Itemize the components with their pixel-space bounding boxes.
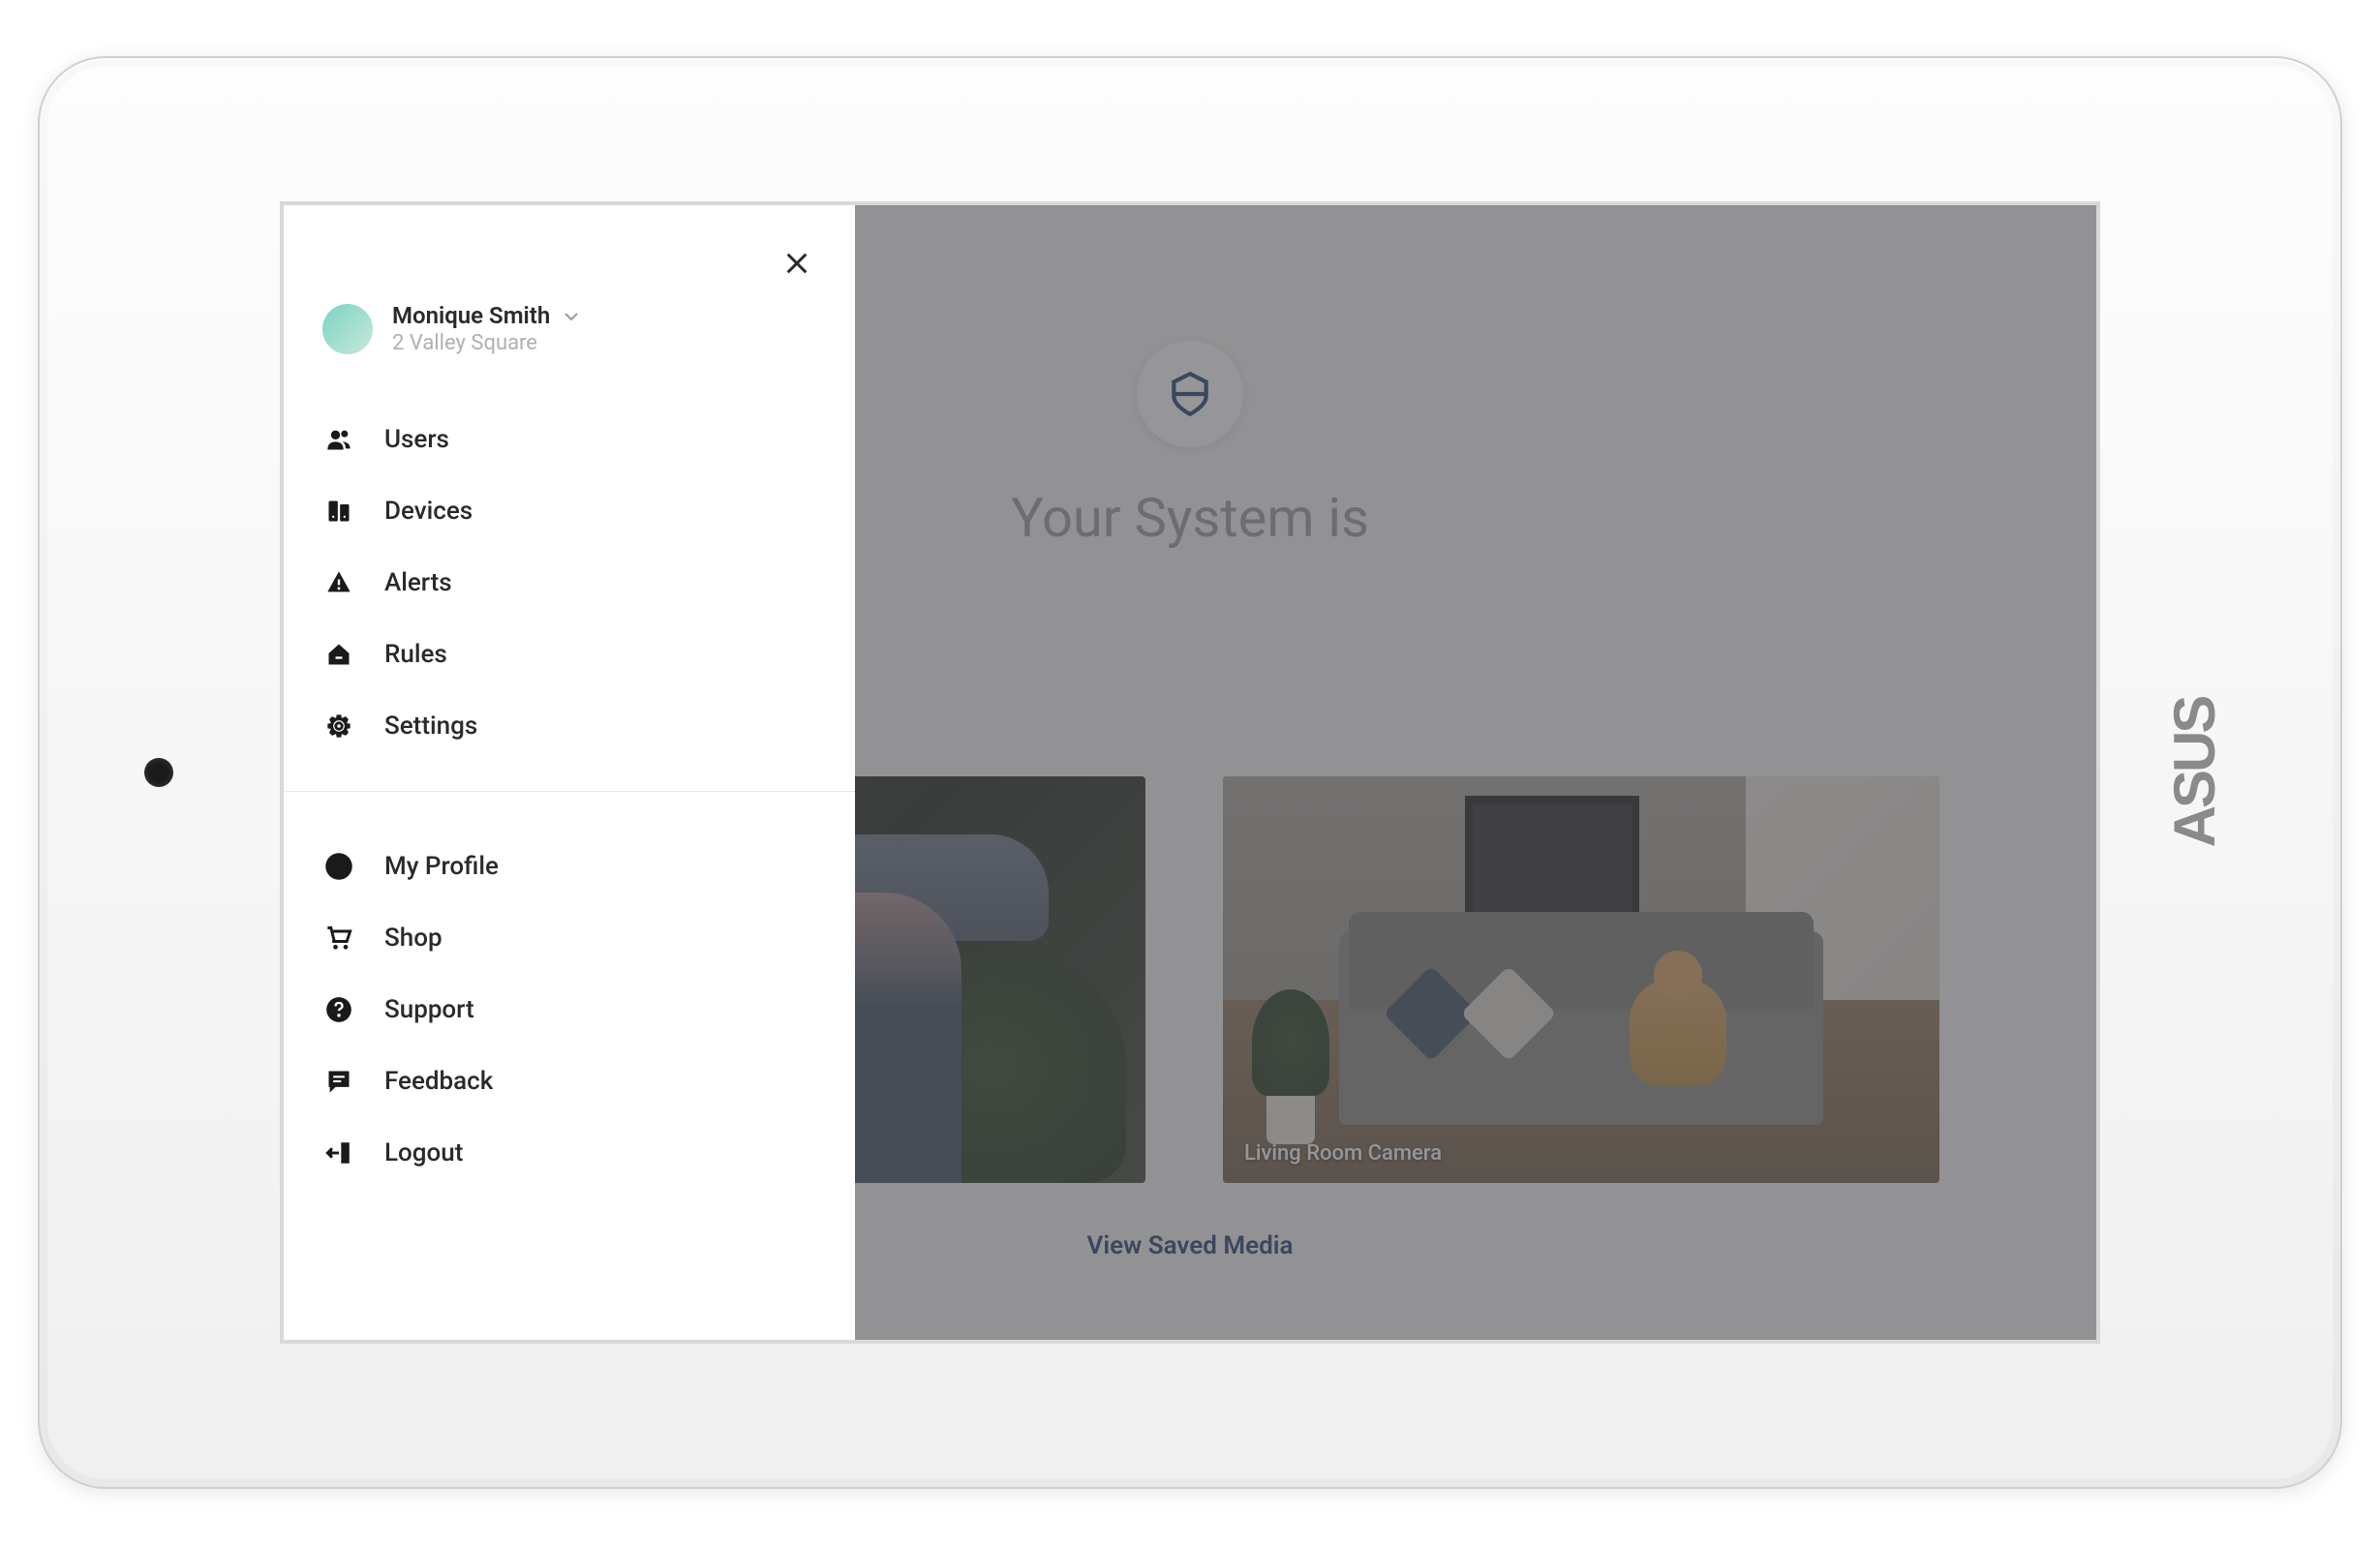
sidebar-item-feedback[interactable]: Feedback [284,1045,855,1117]
devices-icon [322,495,355,528]
sidebar-item-label: Alerts [384,568,452,597]
sidebar-item-label: Support [384,995,474,1024]
avatar [322,304,373,354]
rules-icon [322,638,355,671]
profile-icon [322,850,355,883]
profile-info: Monique Smith 2 Valley Square [392,302,579,355]
sidebar-item-label: Rules [384,640,447,669]
sidebar-item-label: Devices [384,497,473,526]
sidebar-item-shop[interactable]: Shop [284,902,855,974]
shop-icon [322,922,355,954]
chevron-down-icon [564,306,579,326]
sidebar-item-label: Logout [384,1138,463,1167]
menu-section-primary: Users Devices Alerts [284,394,855,772]
alerts-icon [322,566,355,599]
sidebar-item-users[interactable]: Users [284,404,855,475]
sidebar: Monique Smith 2 Valley Square [284,205,855,1340]
screen: Your System is [280,201,2100,1344]
profile-section[interactable]: Monique Smith 2 Valley Square [284,205,855,394]
sidebar-item-my-profile[interactable]: My Profile [284,831,855,902]
close-button[interactable] [778,244,816,283]
sidebar-item-label: Settings [384,712,477,741]
sidebar-item-rules[interactable]: Rules [284,619,855,690]
sidebar-item-settings[interactable]: Settings [284,690,855,762]
sidebar-item-label: Feedback [384,1067,493,1096]
sidebar-item-alerts[interactable]: Alerts [284,547,855,619]
sidebar-item-support[interactable]: Support [284,974,855,1045]
front-camera-dot [144,758,173,787]
users-icon [322,423,355,456]
settings-icon [322,710,355,742]
sidebar-item-devices[interactable]: Devices [284,475,855,547]
profile-name: Monique Smith [392,302,550,329]
logout-icon [322,1136,355,1169]
sidebar-item-label: Users [384,425,449,454]
support-icon [322,993,355,1026]
tablet-frame-inner: ASUS Your System is [47,66,2333,1479]
device-brand-label: ASUS [2161,698,2228,848]
sidebar-item-logout[interactable]: Logout [284,1117,855,1189]
menu-section-secondary: My Profile Shop Support [284,791,855,1198]
feedback-icon [322,1065,355,1098]
tablet-frame: ASUS Your System is [38,56,2342,1489]
sidebar-item-label: Shop [384,924,442,953]
close-icon [783,250,810,277]
profile-address: 2 Valley Square [392,331,579,355]
sidebar-item-label: My Profile [384,852,499,881]
